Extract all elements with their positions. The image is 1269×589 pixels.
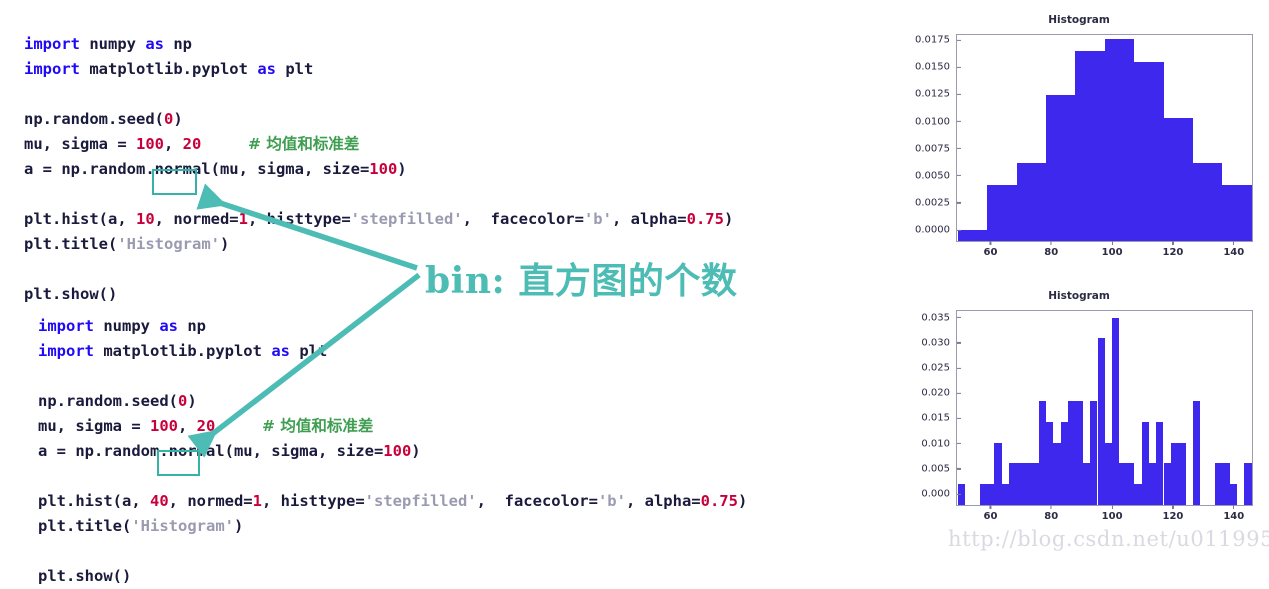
- histogram-bar: [1002, 484, 1010, 505]
- histogram-bar: [1244, 463, 1252, 505]
- x-axis-tick-label: 120: [1162, 241, 1183, 258]
- histogram-bar: [1104, 39, 1134, 241]
- bars-container: [957, 35, 1252, 241]
- histogram-bar: [1046, 421, 1054, 505]
- histogram-bar: [1089, 400, 1098, 505]
- arrow-to-bins-40: [187, 272, 421, 458]
- y-axis-tick-label: 0.005: [921, 463, 957, 474]
- histogram-bar: [1126, 463, 1134, 505]
- code-pane: import numpy as np import matplotlib.pypl…: [0, 0, 890, 585]
- histogram-bar: [994, 442, 1002, 505]
- y-axis-tick-label: 0.030: [921, 337, 957, 348]
- histogram-bar: [1038, 400, 1047, 505]
- plot-area: 0.000 0.005 0.010 0.015 0.020 0.025 0.030 0.035…: [921, 310, 1253, 522]
- x-axis-tick-label: 120: [1162, 505, 1183, 522]
- histogram-bar: [1222, 463, 1230, 505]
- histogram-bar: [1104, 442, 1113, 505]
- histogram-bar: [957, 484, 966, 505]
- histogram-bar: [1031, 463, 1039, 505]
- histogram-bar: [1075, 50, 1105, 241]
- histogram-bar: [1156, 421, 1164, 505]
- histogram-bar: [1053, 442, 1061, 505]
- histogram-bar: [1009, 463, 1017, 505]
- histogram-bar: [1016, 162, 1047, 241]
- histogram-bar: [957, 229, 988, 241]
- x-axis-tick-label: 100: [1102, 241, 1123, 258]
- y-axis-tick-label: 0.035: [921, 312, 957, 323]
- histogram-chart-40-bins: Histogram 0.000 0.005 0.010 0.015 0.020 0.025…: [893, 290, 1265, 552]
- histogram-bar: [1112, 317, 1120, 505]
- watermark: http://blog.csdn.net/u011995719: [948, 527, 1269, 551]
- plot-area: 0.0000 0.0025 0.0050 0.0075 0.0100 0.0125 0.01…: [915, 34, 1253, 258]
- chart-title: Histogram: [1048, 290, 1110, 302]
- histogram-bar: [987, 185, 1017, 241]
- x-axis-tick-label: 60: [983, 241, 997, 258]
- y-axis-tick-label: 0.020: [921, 388, 957, 399]
- histogram-bar: [1046, 95, 1076, 241]
- histogram-bar: [1229, 484, 1238, 505]
- x-axis-tick-label: 80: [1044, 505, 1058, 522]
- x-axis-tick-label: 140: [1223, 241, 1244, 258]
- code-line: plt.show(): [38, 564, 747, 589]
- y-axis-tick-label: 0.010: [921, 438, 957, 449]
- histogram-bar: [1141, 421, 1149, 505]
- histogram-bar: [1214, 463, 1223, 505]
- y-axis-tick-label: 0.0100: [915, 116, 957, 127]
- histogram-bar: [1193, 162, 1223, 241]
- histogram-bar: [1082, 463, 1090, 505]
- histogram-bar: [1075, 400, 1083, 505]
- histogram-bar: [1023, 463, 1032, 505]
- histogram-bar: [987, 484, 995, 505]
- histogram-bar: [1148, 463, 1157, 505]
- histogram-bar: [1170, 442, 1179, 505]
- x-axis-tick-label: 80: [1044, 241, 1058, 258]
- y-axis-tick-label: 0.0000: [915, 225, 957, 236]
- x-axis-tick-label: 60: [983, 505, 997, 522]
- histogram-bar: [1119, 463, 1127, 505]
- histogram-bar: [1134, 61, 1164, 241]
- x-axis-tick-label: 100: [1102, 505, 1123, 522]
- y-axis-tick-label: 0.000: [921, 489, 957, 500]
- annotation-label: bin: 直方图的个数: [425, 260, 738, 302]
- histogram-bar: [1163, 463, 1171, 505]
- y-axis-tick-label: 0.0125: [915, 89, 957, 100]
- histogram-bar: [1222, 185, 1252, 241]
- arrow-to-bins-10: [196, 183, 418, 271]
- y-axis-tick-label: 0.0025: [915, 197, 957, 208]
- histogram-bar: [1068, 400, 1076, 505]
- y-axis-tick-label: 0.0050: [915, 170, 957, 181]
- chart-title: Histogram: [1048, 14, 1110, 26]
- histogram-bar: [979, 484, 988, 505]
- y-axis-tick-label: 0.0175: [915, 35, 957, 46]
- histogram-chart-10-bins: Histogram 0.0000 0.0025 0.0050 0.0075 0.0100…: [893, 14, 1265, 282]
- histogram-bar: [1134, 484, 1142, 505]
- y-axis-tick-label: 0.025: [921, 363, 957, 374]
- y-axis-tick-label: 0.015: [921, 413, 957, 424]
- y-axis-tick-label: 0.0075: [915, 143, 957, 154]
- x-axis-tick-label: 140: [1223, 505, 1244, 522]
- histogram-bar: [1097, 338, 1105, 505]
- histogram-bar: [1178, 442, 1186, 505]
- histogram-bar: [1060, 421, 1068, 505]
- y-axis-tick-label: 0.0150: [915, 62, 957, 73]
- histogram-bar: [1016, 463, 1024, 505]
- histogram-bar: [1193, 400, 1201, 505]
- histogram-bar: [1163, 117, 1193, 241]
- code-token-id: plt.show(): [38, 566, 132, 585]
- bars-container: [957, 311, 1252, 505]
